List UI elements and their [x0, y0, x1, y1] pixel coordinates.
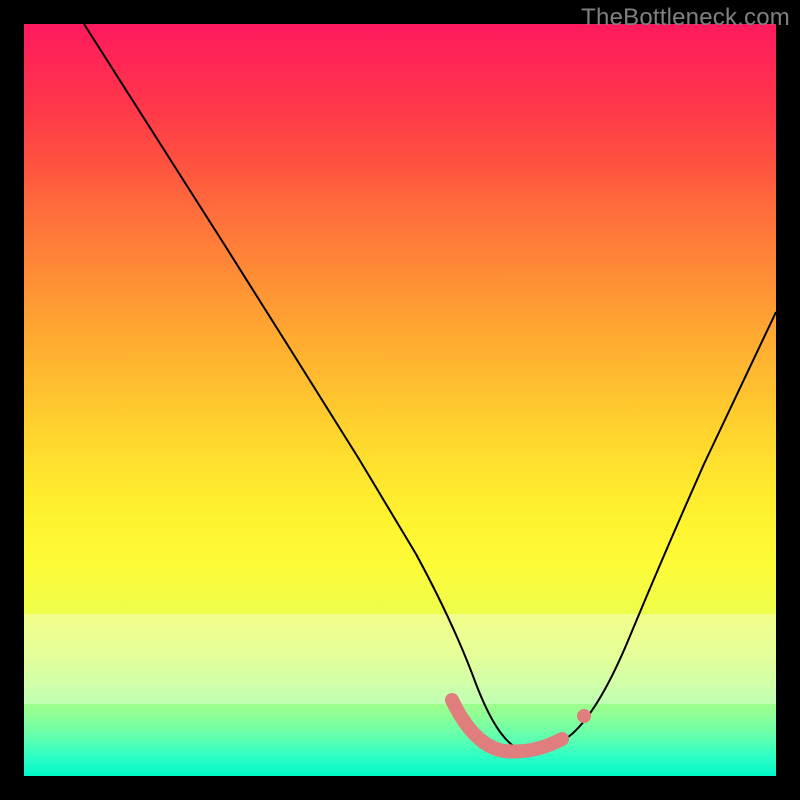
plot-area [24, 24, 776, 776]
chart-frame: TheBottleneck.com [0, 0, 800, 800]
optimal-end-dot-icon [577, 709, 591, 723]
watermark-text: TheBottleneck.com [581, 4, 790, 32]
chart-svg [24, 24, 776, 776]
bottleneck-curve [84, 24, 776, 751]
optimal-range-segment [452, 700, 562, 752]
